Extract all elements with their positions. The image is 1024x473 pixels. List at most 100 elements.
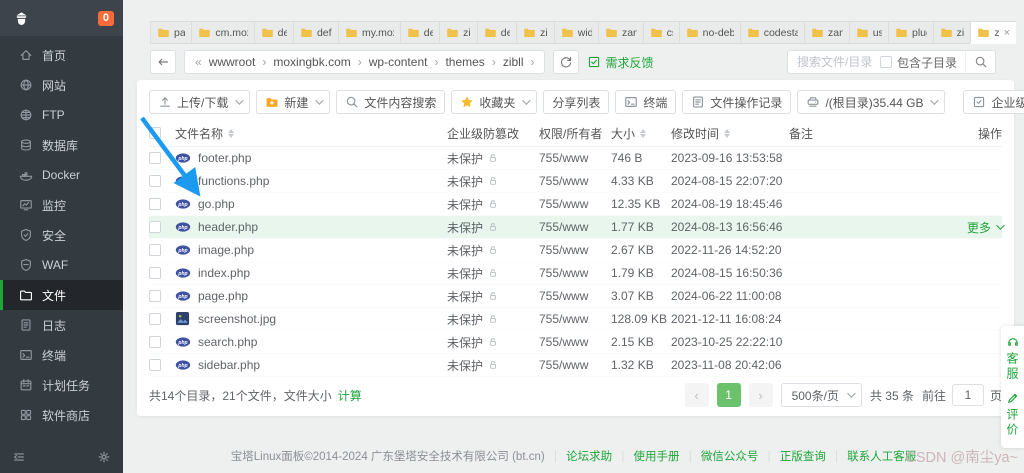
table-row[interactable]: php footer.php 未保护 755/www 746 B 2023-09… <box>149 147 1002 170</box>
toolbar-button[interactable]: 文件内容搜索 <box>336 90 445 114</box>
sidebar-item[interactable]: 首页 <box>0 40 123 70</box>
folder-tab[interactable]: no-debug-r × <box>679 21 741 44</box>
sidebar-item[interactable]: WAF <box>0 250 123 280</box>
toolbar-button[interactable]: 分享列表 <box>543 90 609 114</box>
table-row[interactable]: php header.php 未保护 755/www 1.77 KB 2024-… <box>149 216 1002 239</box>
back-button[interactable] <box>150 50 176 74</box>
row-checkbox[interactable] <box>149 290 161 302</box>
file-name[interactable]: footer.php <box>198 151 251 165</box>
collapse-icon[interactable] <box>12 450 26 464</box>
row-checkbox[interactable] <box>149 336 161 348</box>
sidebar-item[interactable]: 监控 <box>0 190 123 220</box>
table-row[interactable]: screenshot.jpg 未保护 755/www 128.09 KB 202… <box>149 308 1002 331</box>
include-subdir-checkbox[interactable] <box>880 56 892 68</box>
column-header-name[interactable]: 文件名称 <box>175 125 223 142</box>
sort-icon[interactable] <box>228 129 234 138</box>
customer-service-button[interactable]: 客服 <box>996 335 1024 382</box>
select-all-checkbox[interactable] <box>149 127 161 139</box>
breadcrumb-segment[interactable]: zibll <box>503 55 524 69</box>
search-button[interactable] <box>965 51 995 73</box>
column-header-size[interactable]: 大小 <box>611 125 635 142</box>
next-page-button[interactable]: › <box>749 383 773 407</box>
breadcrumb-segment[interactable]: themes <box>445 55 484 69</box>
row-checkbox[interactable] <box>149 244 161 256</box>
breadcrumb-segment[interactable]: wwwroot <box>209 55 256 69</box>
search-input[interactable] <box>788 55 880 69</box>
breadcrumb-segment[interactable]: wp-content <box>369 55 428 69</box>
breadcrumb-segment[interactable]: moxingbk.com <box>273 55 350 69</box>
footer-link[interactable]: 微信公众号 <box>701 451 759 463</box>
toolbar-button[interactable]: /(根目录)35.44 GB <box>797 90 945 114</box>
toolbar-button[interactable]: 终端 <box>615 90 676 114</box>
folder-tab[interactable]: zibll × <box>970 21 1016 44</box>
folder-tab[interactable]: dem × <box>254 21 294 44</box>
folder-tab[interactable]: codestar-fra × <box>740 21 805 44</box>
gear-icon[interactable] <box>97 450 111 464</box>
toolbar-button[interactable]: 企业级防篡改 <box>963 90 1024 114</box>
table-row[interactable]: php search.php 未保护 755/www 2.15 KB 2023-… <box>149 331 1002 354</box>
row-checkbox[interactable] <box>149 198 161 210</box>
table-row[interactable]: php functions.php 未保护 755/www 4.33 KB 20… <box>149 170 1002 193</box>
folder-tab[interactable]: zibll × <box>516 21 555 44</box>
close-icon[interactable]: × <box>1003 27 1010 39</box>
row-checkbox[interactable] <box>149 313 161 325</box>
file-name[interactable]: search.php <box>198 335 257 349</box>
folder-tab[interactable]: defaul × <box>293 21 339 44</box>
sidebar-item[interactable]: FTP <box>0 100 123 130</box>
prev-page-button[interactable]: ‹ <box>685 383 709 407</box>
toolbar-button[interactable]: 新建 <box>256 90 330 114</box>
sidebar-item[interactable]: 软件商店 <box>0 400 123 430</box>
file-name[interactable]: page.php <box>198 289 248 303</box>
folder-tab[interactable]: css × <box>643 21 680 44</box>
rating-button[interactable]: 评价 <box>996 391 1024 438</box>
sidebar-item[interactable]: 计划任务 <box>0 370 123 400</box>
file-name[interactable]: index.php <box>198 266 250 280</box>
refresh-button[interactable] <box>553 50 579 74</box>
folder-tab[interactable]: widge × <box>554 21 599 44</box>
row-checkbox[interactable] <box>149 267 161 279</box>
column-header-mtime[interactable]: 修改时间 <box>671 125 719 142</box>
sidebar-item[interactable]: 安全 <box>0 220 123 250</box>
file-name[interactable]: header.php <box>198 220 258 234</box>
row-checkbox[interactable] <box>149 221 161 233</box>
sidebar-item[interactable]: 终端 <box>0 340 123 370</box>
table-row[interactable]: php sidebar.php 未保护 755/www 1.32 KB 2023… <box>149 354 1002 377</box>
file-name[interactable]: image.php <box>198 243 254 257</box>
footer-link[interactable]: 使用手册 <box>634 451 680 463</box>
footer-link[interactable]: 论坛求助 <box>566 451 612 463</box>
folder-tab[interactable]: zanzh × <box>804 21 850 44</box>
folder-tab[interactable]: plugin × <box>888 21 934 44</box>
include-subdir-option[interactable]: 包含子目录 <box>880 54 965 71</box>
folder-tab[interactable]: zibll × <box>933 21 972 44</box>
toolbar-button[interactable]: 收藏夹 <box>451 90 537 114</box>
file-name[interactable]: screenshot.jpg <box>198 312 276 326</box>
more-actions-link[interactable]: 更多 <box>967 219 991 236</box>
message-badge[interactable]: 0 <box>98 11 114 26</box>
baota-logo-icon[interactable] <box>13 10 30 27</box>
table-row[interactable]: php image.php 未保护 755/www 2.67 KB 2022-1… <box>149 239 1002 262</box>
per-page-select[interactable]: 500条/页 <box>781 383 862 407</box>
table-row[interactable]: php page.php 未保护 755/www 3.07 KB 2024-06… <box>149 285 1002 308</box>
feedback-link[interactable]: 需求反馈 <box>587 54 653 71</box>
file-name[interactable]: sidebar.php <box>198 358 260 372</box>
file-name[interactable]: functions.php <box>198 174 269 188</box>
sort-icon[interactable] <box>640 129 646 138</box>
file-name[interactable]: go.php <box>198 197 235 211</box>
sidebar-item[interactable]: Docker <box>0 160 123 190</box>
breadcrumb-root[interactable]: « <box>195 55 202 69</box>
row-checkbox[interactable] <box>149 359 161 371</box>
folder-tab[interactable]: dem × <box>477 21 517 44</box>
sidebar-item[interactable]: 日志 <box>0 310 123 340</box>
row-checkbox[interactable] <box>149 152 161 164</box>
sidebar-item[interactable]: 网站 <box>0 70 123 100</box>
folder-tab[interactable]: cm.moxingl × <box>191 21 254 44</box>
folder-tab[interactable]: page × <box>150 21 192 44</box>
sidebar-item[interactable]: 数据库 <box>0 130 123 160</box>
folder-tab[interactable]: dem × <box>400 21 440 44</box>
calculate-link[interactable]: 计算 <box>338 387 362 404</box>
current-page-button[interactable]: 1 <box>717 383 741 407</box>
footer-link[interactable]: 正版查询 <box>780 451 826 463</box>
sidebar-item[interactable]: 文件 <box>0 280 123 310</box>
folder-tab[interactable]: my.moxingl × <box>338 21 401 44</box>
table-row[interactable]: php go.php 未保护 755/www 12.35 KB 2024-08-… <box>149 193 1002 216</box>
